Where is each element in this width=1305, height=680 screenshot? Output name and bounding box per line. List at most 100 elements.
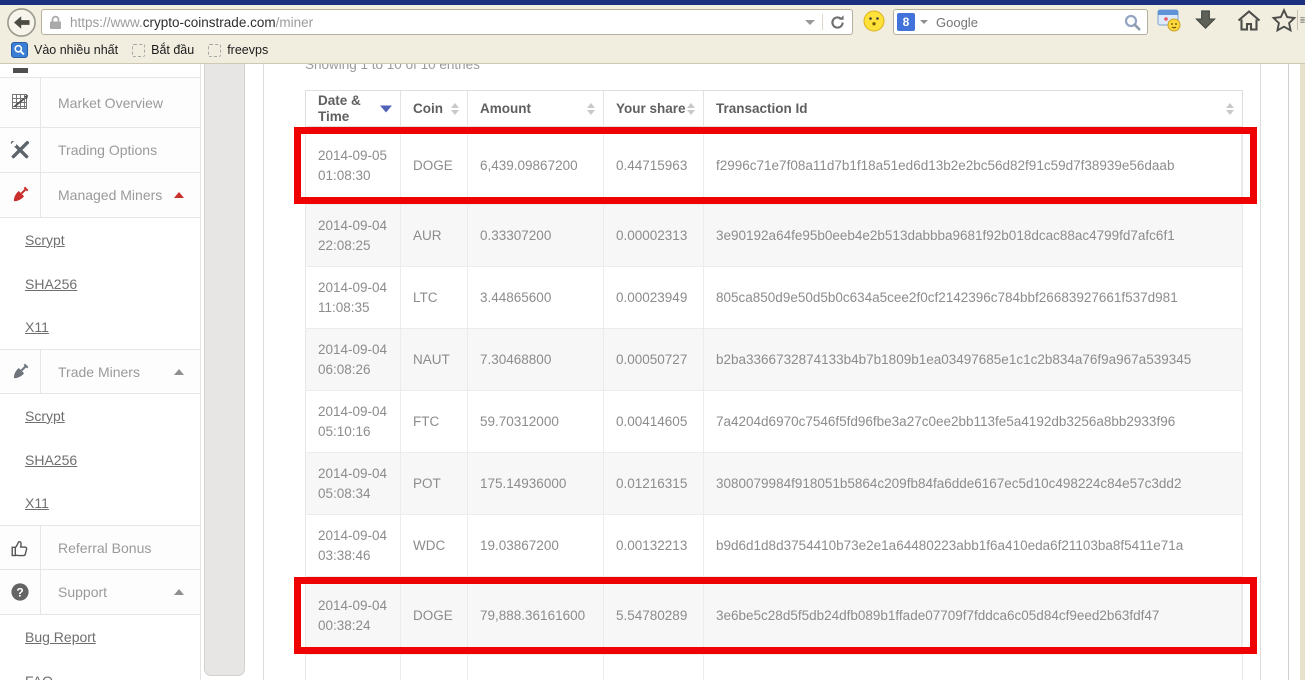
shovel-red-icon bbox=[0, 173, 41, 217]
https-lock-icon bbox=[49, 15, 62, 30]
table-row[interactable]: 2014-09-0400:38:24DOGE79,888.361616005.5… bbox=[305, 577, 1243, 655]
window-titlebar-strip bbox=[0, 0, 1305, 5]
table-row[interactable]: 2014-09-0405:08:34POT175.149360000.01216… bbox=[305, 453, 1243, 515]
transaction-id-value: b2ba3366732874133b4b7b1809b1ea03497685e1… bbox=[716, 350, 1242, 370]
sort-icon[interactable] bbox=[687, 103, 695, 115]
search-box[interactable]: 8 bbox=[893, 9, 1148, 35]
content-right-border bbox=[1260, 64, 1261, 680]
bookmark-star-button[interactable] bbox=[1271, 8, 1297, 33]
sort-icon[interactable] bbox=[1226, 103, 1234, 115]
sidebar-item-trade-miners[interactable]: Trade Miners bbox=[0, 349, 200, 394]
sidebar-link-x11[interactable]: X11 bbox=[0, 481, 200, 525]
browser-chrome: https://www.crypto-coinstrade.com/miner … bbox=[0, 0, 1305, 64]
placeholder-favicon bbox=[132, 44, 145, 57]
back-button[interactable] bbox=[6, 7, 37, 38]
screenshot-extension-icon[interactable] bbox=[1157, 8, 1182, 32]
table-row[interactable]: 2014-09-0405:10:16FTC59.703120000.004146… bbox=[305, 391, 1243, 453]
sidebar-item-partial[interactable] bbox=[0, 64, 200, 78]
sidebar-link-scrypt[interactable]: Scrypt bbox=[0, 218, 200, 262]
column-header-label: Date & Time bbox=[318, 93, 374, 125]
page-viewport: Market OverviewTrading OptionsManaged Mi… bbox=[0, 64, 1305, 680]
window-scrollbar[interactable] bbox=[1300, 64, 1305, 680]
transaction-id-value: f2996c71e7f08a11d7b1f18a51ed6d13b2e2bc56… bbox=[716, 156, 1241, 176]
extension-smiley-icon[interactable] bbox=[863, 10, 885, 32]
sidebar-item-market-overview[interactable]: Market Overview bbox=[0, 78, 200, 128]
amount-value: 19.03867200 bbox=[480, 536, 603, 556]
placeholder-favicon bbox=[208, 44, 221, 57]
collapse-caret-icon[interactable] bbox=[174, 369, 184, 375]
sidebar-link-faq[interactable]: FAQ bbox=[0, 659, 200, 680]
cell-transaction-id: 6e74962fbee962be59ebf55019ee23d047409801… bbox=[704, 655, 1242, 680]
bookmark-v-o-nhi-u-nh-t[interactable]: Vào nhiều nhất bbox=[4, 40, 125, 60]
url-bar[interactable]: https://www.crypto-coinstrade.com/miner bbox=[41, 9, 853, 35]
table-body: 2014-09-0501:08:30DOGE6,439.098672000.44… bbox=[305, 127, 1243, 680]
table-row[interactable]: 2014-09-0411:08:35LTC3.448656000.0002394… bbox=[305, 267, 1243, 329]
column-header-label: Transaction Id bbox=[716, 101, 808, 117]
cell-amount: 0.33307200 bbox=[468, 205, 604, 266]
partial-icon bbox=[13, 68, 28, 73]
sidebar-item-referral-bonus[interactable]: Referral Bonus bbox=[0, 525, 200, 570]
cell-coin: NAUT bbox=[401, 329, 468, 390]
svg-text:?: ? bbox=[16, 585, 23, 599]
sidebar-link-bug-report[interactable]: Bug Report bbox=[0, 615, 200, 659]
home-button[interactable] bbox=[1236, 9, 1262, 32]
date-value: 2014-09-04 bbox=[318, 464, 400, 484]
search-input[interactable] bbox=[934, 14, 1123, 31]
sidebar-item-managed-miners[interactable]: Managed Miners bbox=[0, 173, 200, 218]
search-magnifier-icon[interactable] bbox=[1123, 13, 1142, 32]
column-header-amount[interactable]: Amount bbox=[468, 91, 604, 126]
sidebar-item-trading-options[interactable]: Trading Options bbox=[0, 128, 200, 173]
column-header-transaction-id[interactable]: Transaction Id bbox=[704, 91, 1242, 126]
cell-amount: 79,888.36161600 bbox=[468, 577, 604, 654]
column-header-label: Your share bbox=[616, 101, 686, 117]
bookmarks-menu-icon[interactable] bbox=[1300, 10, 1305, 30]
coin-value: LTC bbox=[413, 288, 467, 308]
sidebar-item-label: Referral Bonus bbox=[41, 540, 200, 556]
coin-value: AUR bbox=[413, 226, 467, 246]
collapse-caret-icon[interactable] bbox=[174, 589, 184, 595]
sidebar-link-x11[interactable]: X11 bbox=[0, 305, 200, 349]
sort-icon[interactable] bbox=[587, 103, 595, 115]
time-value: 05:08:34 bbox=[318, 484, 400, 504]
sidebar-scrollbar[interactable] bbox=[204, 64, 245, 676]
column-header-date-time[interactable]: Date & Time bbox=[306, 91, 401, 126]
table-row[interactable]: 2014-09-0422:08:25AUR0.333072000.0000231… bbox=[305, 205, 1243, 267]
smart-folder-icon bbox=[11, 42, 28, 58]
downloads-button[interactable] bbox=[1194, 9, 1217, 31]
sidebar-link-scrypt[interactable]: Scrypt bbox=[0, 394, 200, 438]
column-header-your-share[interactable]: Your share bbox=[604, 91, 704, 126]
google-engine-icon[interactable]: 8 bbox=[897, 13, 915, 31]
table-header-row: Date & Time Coin Amount Your share Transacti… bbox=[305, 90, 1243, 127]
date-value: 2014-09-05 bbox=[318, 146, 400, 166]
url-dropdown-icon[interactable] bbox=[805, 20, 815, 25]
table-row[interactable]: 2014-09-0501:08:30DOGE6,439.098672000.44… bbox=[305, 127, 1243, 205]
bookmarks-toolbar: Vào nhiều nhấtBắt đầufreevps bbox=[4, 40, 275, 60]
content-left-border bbox=[263, 64, 264, 680]
sort-icon[interactable] bbox=[380, 105, 392, 112]
coin-value: DOGE bbox=[413, 156, 467, 176]
amount-value: 79,888.36161600 bbox=[480, 606, 603, 626]
amount-value: 3.44865600 bbox=[480, 288, 603, 308]
sort-icon[interactable] bbox=[451, 103, 459, 115]
thumbs-up-icon bbox=[0, 526, 41, 569]
column-header-label: Amount bbox=[480, 101, 531, 117]
table-row[interactable]: 2014-09-0406:08:26NAUT7.304688000.000507… bbox=[305, 329, 1243, 391]
coin-value: WDC bbox=[413, 536, 467, 556]
sidebar-link-sha256[interactable]: SHA256 bbox=[0, 262, 200, 306]
bookmark-b-t-u[interactable]: Bắt đầu bbox=[125, 41, 201, 59]
table-row[interactable]: 2014-09-0403:38:46WDC19.038672000.001322… bbox=[305, 515, 1243, 577]
transaction-id-value: 6e74962fbee962be59ebf55019ee23d047409801… bbox=[716, 676, 1242, 680]
sidebar-link-sha256[interactable]: SHA256 bbox=[0, 438, 200, 482]
amount-value: 7.30468800 bbox=[480, 350, 603, 370]
bookmark-freevps[interactable]: freevps bbox=[201, 41, 275, 59]
reload-button[interactable] bbox=[829, 14, 846, 31]
collapse-caret-icon[interactable] bbox=[174, 192, 184, 198]
column-header-coin[interactable]: Coin bbox=[401, 91, 468, 126]
sidebar-item-support[interactable]: ? Support bbox=[0, 570, 200, 615]
sidebar-item-label: Support bbox=[41, 584, 174, 600]
table-row[interactable]: 2014-09-03NTR0.235728000.000016376e74962… bbox=[305, 655, 1243, 680]
date-value: 2014-09-04 bbox=[318, 526, 400, 546]
cell-date-time: 2014-09-0405:10:16 bbox=[306, 391, 401, 452]
cell-coin: NTR bbox=[401, 655, 468, 680]
search-engine-dropdown-icon[interactable] bbox=[920, 20, 928, 24]
